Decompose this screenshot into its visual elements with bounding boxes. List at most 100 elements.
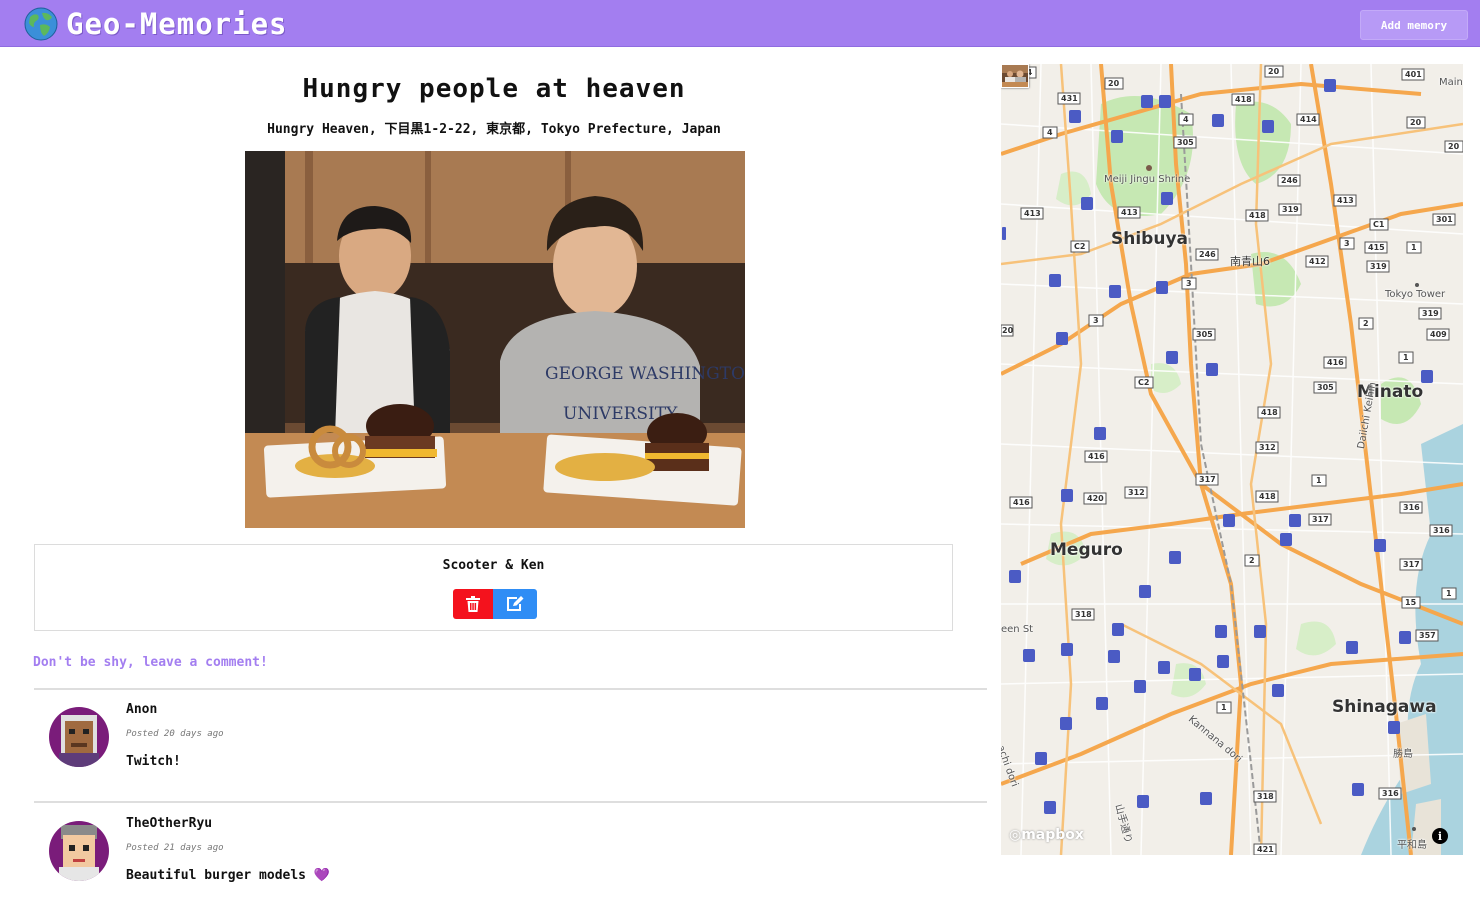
- navbar: Geo-Memories Add memory: [0, 0, 1480, 47]
- map-label-meiji: Meiji Jingu Shrine: [1104, 174, 1191, 185]
- svg-text:2: 2: [1363, 319, 1369, 328]
- svg-text:420: 420: [1087, 494, 1104, 503]
- svg-text:319: 319: [1282, 205, 1299, 214]
- svg-text:316: 316: [1382, 789, 1399, 798]
- svg-text:1: 1: [1221, 703, 1227, 712]
- svg-text:3: 3: [1344, 239, 1350, 248]
- comment-date: Posted 21 days ago: [126, 843, 224, 853]
- svg-text:418: 418: [1249, 211, 1266, 220]
- map-canvas[interactable]: 14 20 401 431 20 418 4 414 20 4 305 20 2…: [1001, 64, 1463, 855]
- svg-text:317: 317: [1403, 560, 1420, 569]
- svg-text:20: 20: [1410, 118, 1422, 127]
- memory-title: Hungry people at heaven: [302, 74, 686, 104]
- svg-text:418: 418: [1235, 95, 1252, 104]
- add-memory-button[interactable]: Add memory: [1360, 10, 1468, 40]
- svg-text:413: 413: [1024, 209, 1041, 218]
- svg-text:305: 305: [1177, 138, 1194, 147]
- memory-card: Scooter & Ken: [34, 544, 953, 631]
- svg-text:301: 301: [1436, 215, 1453, 224]
- svg-text:4: 4: [1183, 115, 1189, 124]
- map[interactable]: 14 20 401 431 20 418 4 414 20 4 305 20 2…: [1001, 64, 1463, 855]
- svg-text:305: 305: [1196, 330, 1213, 339]
- svg-text:431: 431: [1061, 94, 1078, 103]
- svg-text:1: 1: [1411, 243, 1417, 252]
- map-label-shinagawa: Shinagawa: [1332, 697, 1437, 717]
- trash-icon: [466, 596, 480, 612]
- mapbox-logo[interactable]: ◎mapbox: [1009, 827, 1084, 843]
- svg-text:312: 312: [1128, 488, 1145, 497]
- map-label-katsushima: 勝島: [1393, 749, 1413, 760]
- map-label-main: Main: [1439, 77, 1463, 88]
- memory-caption: Scooter & Ken: [442, 558, 545, 573]
- comment-body: Beautiful burger models 💜: [126, 868, 331, 883]
- svg-text:418: 418: [1261, 408, 1278, 417]
- svg-text:357: 357: [1419, 631, 1436, 640]
- map-label-tokyo-tower: Tokyo Tower: [1385, 289, 1446, 300]
- avatar: [49, 821, 109, 881]
- comment-item: TheOtherRyu Posted 21 days ago Beautiful…: [34, 804, 987, 914]
- svg-text:318: 318: [1257, 792, 1274, 801]
- delete-button[interactable]: [453, 589, 493, 619]
- comment-divider: [34, 801, 987, 803]
- svg-text:416: 416: [1327, 358, 1344, 367]
- svg-text:317: 317: [1199, 475, 1216, 484]
- comment-author: Anon: [126, 702, 158, 717]
- edit-button[interactable]: [493, 589, 537, 619]
- svg-text:415: 415: [1368, 243, 1385, 252]
- info-icon[interactable]: i: [1432, 828, 1448, 844]
- svg-text:1: 1: [1316, 476, 1322, 485]
- comment-date: Posted 20 days ago: [126, 729, 224, 739]
- svg-text:3: 3: [1186, 279, 1192, 288]
- svg-text:20: 20: [1268, 67, 1280, 76]
- comment-body: Twitch!: [126, 754, 181, 769]
- svg-text:C2: C2: [1074, 242, 1085, 251]
- memory-detail: Hungry people at heaven Hungry Heaven, 下…: [0, 48, 988, 883]
- svg-text:246: 246: [1281, 176, 1298, 185]
- svg-text:246: 246: [1199, 250, 1216, 259]
- svg-text:312: 312: [1259, 443, 1276, 452]
- svg-text:1: 1: [1403, 353, 1409, 362]
- svg-text:318: 318: [1075, 610, 1092, 619]
- memory-address: Hungry Heaven, 下目黒1-2-22, 東京都, Tokyo Pre…: [267, 122, 721, 137]
- svg-text:20: 20: [1002, 326, 1014, 335]
- leave-comment-link[interactable]: Don't be shy, leave a comment!: [33, 655, 268, 670]
- svg-text:401: 401: [1405, 70, 1422, 79]
- svg-text:319: 319: [1370, 262, 1387, 271]
- svg-text:418: 418: [1259, 492, 1276, 501]
- svg-text:C1: C1: [1373, 220, 1385, 229]
- globe-icon: [24, 7, 58, 41]
- memory-map-marker[interactable]: [1001, 64, 1029, 88]
- svg-text:319: 319: [1422, 309, 1439, 318]
- mapbox-mark-icon: ◎: [1009, 827, 1022, 843]
- brand-link[interactable]: Geo-Memories: [24, 6, 288, 42]
- avatar: [49, 707, 109, 767]
- brand-title: Geo-Memories: [66, 7, 288, 41]
- svg-text:413: 413: [1121, 208, 1138, 217]
- svg-text:C2: C2: [1138, 378, 1149, 387]
- map-label-heiwajima: 平和島: [1397, 840, 1427, 851]
- map-label-een-st: een St: [1001, 624, 1034, 635]
- memory-photo: GEORGE WASHINGTON UNIVERSITY: [245, 151, 745, 528]
- map-label-meguro: Meguro: [1050, 540, 1123, 560]
- svg-text:305: 305: [1317, 383, 1334, 392]
- svg-text:316: 316: [1433, 526, 1450, 535]
- svg-text:317: 317: [1312, 515, 1329, 524]
- svg-text:412: 412: [1309, 257, 1326, 266]
- svg-text:GEORGE WASHINGTON: GEORGE WASHINGTON: [545, 364, 745, 384]
- edit-icon: [507, 596, 524, 611]
- svg-text:4: 4: [1047, 128, 1053, 137]
- map-label-shibuya: Shibuya: [1111, 229, 1188, 249]
- svg-text:20: 20: [1108, 79, 1120, 88]
- svg-text:2: 2: [1249, 556, 1255, 565]
- svg-text:3: 3: [1093, 316, 1099, 325]
- svg-text:413: 413: [1337, 196, 1354, 205]
- svg-text:416: 416: [1088, 452, 1105, 461]
- map-label-minamiaoyama: 南青山6: [1230, 255, 1270, 268]
- comment-item: Anon Posted 20 days ago Twitch!: [34, 690, 987, 800]
- comment-author: TheOtherRyu: [126, 816, 213, 831]
- svg-text:20: 20: [1448, 142, 1460, 151]
- svg-text:416: 416: [1013, 498, 1030, 507]
- svg-text:15: 15: [1405, 598, 1417, 607]
- svg-text:316: 316: [1403, 503, 1420, 512]
- svg-text:421: 421: [1257, 845, 1274, 854]
